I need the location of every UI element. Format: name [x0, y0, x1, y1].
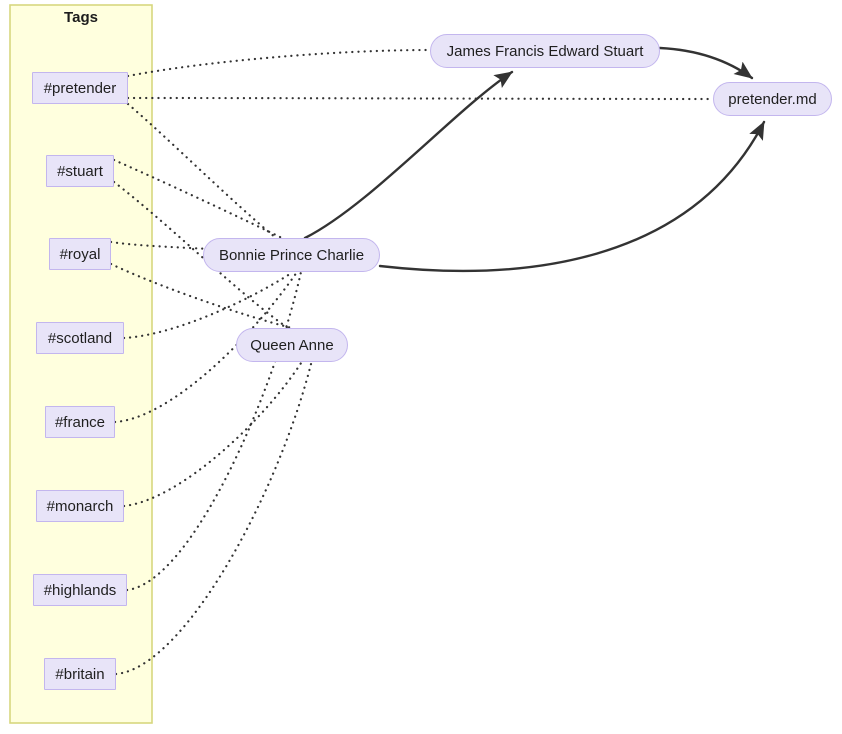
tag-edge-pretender-james	[126, 48, 432, 78]
tag-node-monarch[interactable]: #monarch	[36, 490, 124, 522]
note-node-pretender-md[interactable]: pretender.md	[713, 82, 832, 116]
tag-node-label: #monarch	[46, 497, 114, 515]
tags-cluster-label: Tags	[64, 9, 98, 26]
tag-edge-stuart-bonnie	[112, 158, 284, 240]
note-node-bonnie-prince-charlie[interactable]: Bonnie Prince Charlie	[203, 238, 380, 272]
tag-node-stuart[interactable]: #stuart	[46, 155, 114, 187]
tags-cluster-rect	[9, 4, 153, 724]
tag-node-royal[interactable]: #royal	[49, 238, 111, 270]
tag-edge-monarch-queenanne	[122, 358, 305, 508]
tag-node-label: #pretender	[43, 79, 117, 97]
tag-node-britain[interactable]: #britain	[44, 658, 116, 690]
tag-node-label: #highlands	[43, 581, 117, 599]
note-node-label: pretender.md	[728, 90, 817, 108]
diagram-canvas: Tags #pretender #stuart #royal #scotland…	[0, 0, 842, 734]
tag-edge-pretender-pretmd	[126, 96, 715, 101]
link-edges	[303, 46, 766, 273]
tag-node-france[interactable]: #france	[45, 406, 115, 438]
link-edge-bonnie-pretmd	[378, 120, 766, 273]
tag-node-scotland[interactable]: #scotland	[36, 322, 124, 354]
tag-edges	[109, 48, 715, 676]
note-node-james-francis-edward-stuart[interactable]: James Francis Edward Stuart	[430, 34, 660, 68]
note-node-label: James Francis Edward Stuart	[446, 42, 644, 60]
tag-node-label: #scotland	[47, 329, 113, 347]
tags-cluster: Tags	[9, 4, 153, 724]
tag-edge-royal-queenanne	[109, 262, 294, 330]
tag-node-pretender[interactable]: #pretender	[32, 72, 128, 104]
tag-node-label: #stuart	[57, 162, 103, 180]
tag-edge-pretender-bonnie	[126, 102, 278, 240]
tag-edge-highlands-bonnie	[125, 270, 303, 592]
tag-node-highlands[interactable]: #highlands	[33, 574, 127, 606]
note-node-label: Bonnie Prince Charlie	[218, 246, 365, 264]
note-node-label: Queen Anne	[250, 336, 334, 354]
note-node-queen-anne[interactable]: Queen Anne	[236, 328, 348, 362]
tag-edge-britain-queenanne	[114, 358, 314, 676]
tag-node-label: #britain	[55, 665, 105, 683]
link-edge-bonnie-james	[303, 70, 514, 240]
link-edge-james-pretmd	[658, 46, 754, 80]
tag-node-label: #royal	[59, 245, 101, 263]
tag-node-label: #france	[54, 413, 106, 431]
diagram-edge-layer: Tags	[9, 4, 766, 724]
